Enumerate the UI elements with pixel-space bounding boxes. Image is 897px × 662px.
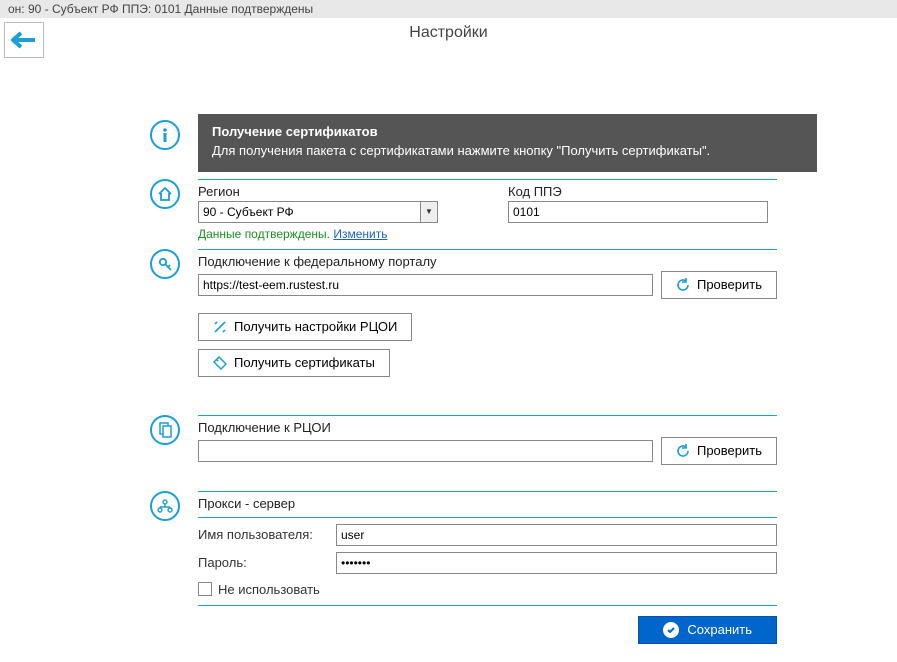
tooltip-body: Для получения пакета с сертификатами наж… [212,143,803,158]
get-rcoi-settings-button[interactable]: Получить настройки РЦОИ [198,313,412,341]
info-icon [150,120,180,150]
ppe-label: Код ППЭ [508,184,768,199]
tooltip-certificates: Получение сертификатов Для получения пак… [198,114,817,172]
federal-check-button[interactable]: Проверить [661,271,777,299]
refresh-icon [676,444,690,458]
copy-icon [150,415,180,445]
tag-icon [213,356,227,370]
top-status-bar: он: 90 - Субъект РФ ППЭ: 0101 Данные под… [0,0,897,18]
page-title: Настройки [0,18,897,46]
proxy-disable-label: Не использовать [218,582,320,597]
check-icon [663,622,679,638]
save-button[interactable]: Сохранить [638,616,777,644]
tools-icon [213,320,227,334]
get-certificates-button[interactable]: Получить сертификаты [198,349,390,377]
rcoi-check-button[interactable]: Проверить [661,437,777,465]
proxy-disable-checkbox[interactable] [198,582,212,596]
change-link[interactable]: Изменить [333,227,387,241]
federal-label: Подключение к федеральному порталу [198,254,777,269]
proxy-pass-label: Пароль: [198,555,328,570]
region-label: Регион [198,184,438,199]
arrow-left-icon [11,31,37,49]
proxy-title: Прокси - сервер [198,496,777,511]
federal-url-input[interactable] [198,274,653,296]
proxy-user-label: Имя пользователя: [198,527,328,542]
chevron-down-icon[interactable]: ▼ [420,201,438,223]
region-value[interactable] [198,201,420,223]
rcoi-url-input[interactable] [198,440,653,462]
home-icon [150,179,180,209]
confirm-status: Данные подтверждены. [198,227,330,241]
rcoi-label: Подключение к РЦОИ [198,420,777,435]
tooltip-title: Получение сертификатов [212,124,803,139]
proxy-user-input[interactable] [336,524,777,546]
ppe-input[interactable] [508,201,768,223]
region-select[interactable]: ▼ [198,201,438,223]
key-icon [150,249,180,279]
network-icon [150,491,180,521]
refresh-icon [676,278,690,292]
proxy-pass-input[interactable] [336,552,777,574]
back-button[interactable] [4,22,44,58]
